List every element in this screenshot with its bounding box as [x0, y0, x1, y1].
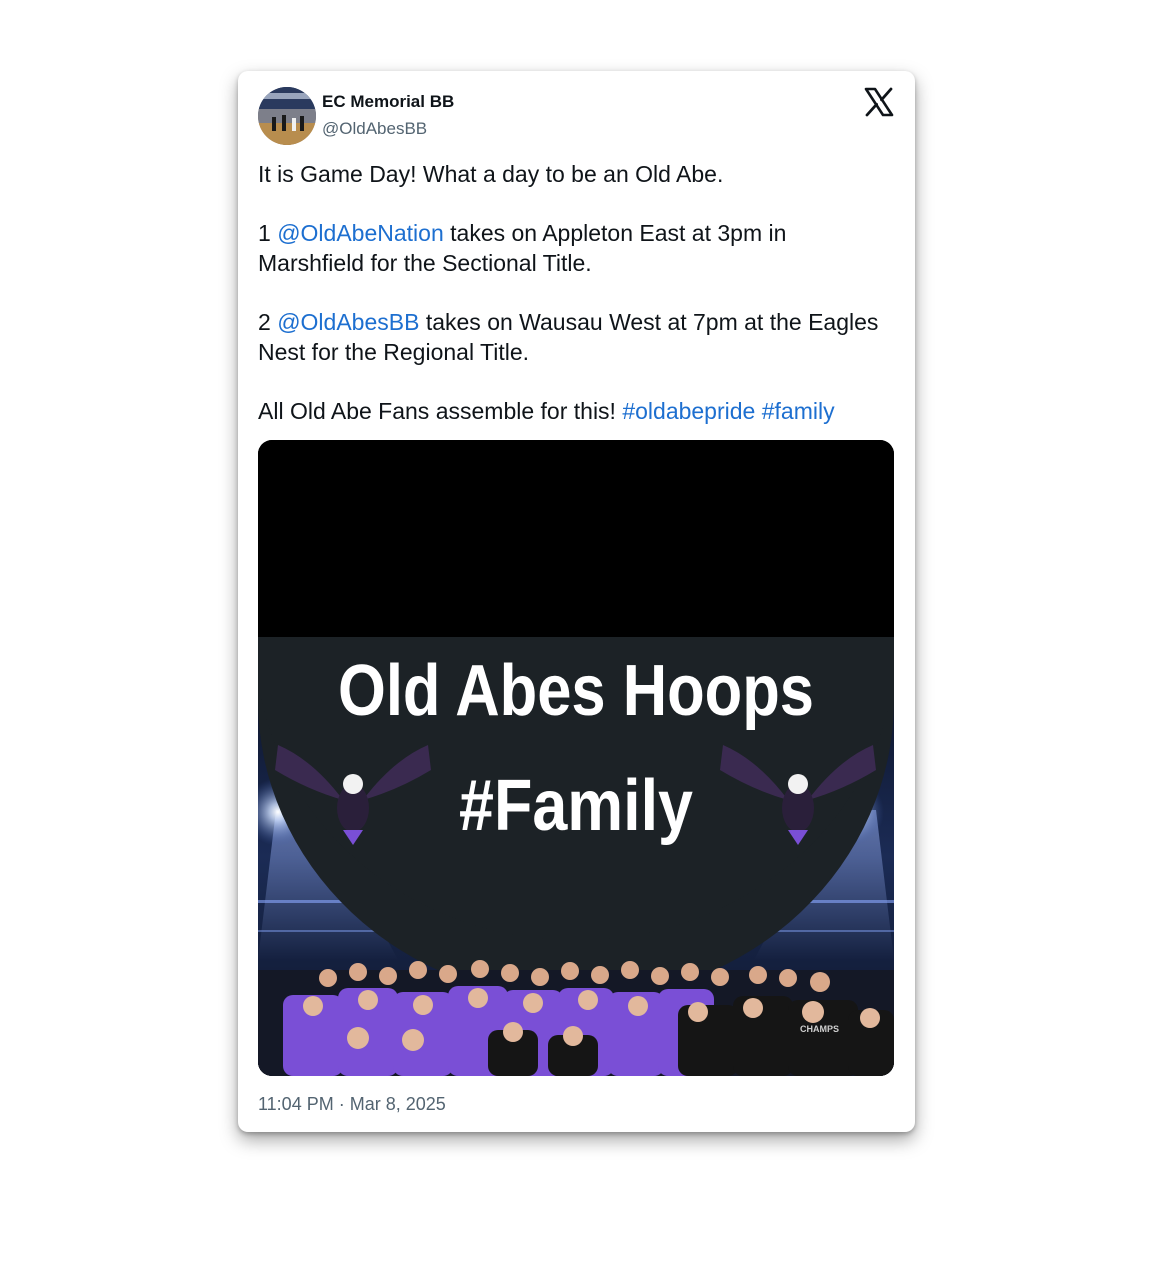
tweet-paragraph: It is Game Day! What a day to be an Old … [258, 159, 898, 189]
mention-oldabesbb-link[interactable]: @OldAbesBB [277, 309, 419, 335]
media-headline-text: Old Abes Hoops [338, 651, 814, 731]
team-photo-group: CHAMPS [258, 960, 894, 1076]
hashtag-family-link[interactable]: #family [762, 398, 835, 424]
tweet-timestamp[interactable]: 11:04 PM · Mar 8, 2025 [258, 1094, 446, 1115]
tweet-text-segment: All Old Abe Fans assemble for this! [258, 398, 623, 424]
media-subheadline-text: #Family [459, 766, 693, 846]
tweet-line: It is Game Day! What a day to be an Old … [258, 161, 724, 187]
tweet-text-segment: 1 [258, 220, 278, 246]
tweet-paragraph: 1 @OldAbeNation takes on Appleton East a… [258, 218, 898, 278]
tweet-card: EC Memorial BB @OldAbesBB It is Game Day… [238, 71, 915, 1132]
tweet-text-segment: 2 [258, 309, 278, 335]
author-avatar[interactable] [258, 87, 316, 145]
tweet-media-image[interactable]: Old Abes Hoops #Family CHAMPS [258, 440, 894, 1076]
x-logo-icon[interactable] [864, 87, 894, 117]
tweet-paragraph: 2 @OldAbesBB takes on Wausau West at 7pm… [258, 307, 898, 367]
tweet-paragraph: All Old Abe Fans assemble for this! #old… [258, 396, 898, 426]
mention-oldabenation-link[interactable]: @OldAbeNation [277, 220, 444, 246]
tweet-text: It is Game Day! What a day to be an Old … [258, 159, 898, 426]
author-name[interactable]: EC Memorial BB [322, 92, 454, 112]
shirt-print-text: CHAMPS [800, 1024, 839, 1034]
hashtag-oldabepride-link[interactable]: #oldabepride [622, 398, 755, 424]
author-handle[interactable]: @OldAbesBB [322, 119, 427, 139]
